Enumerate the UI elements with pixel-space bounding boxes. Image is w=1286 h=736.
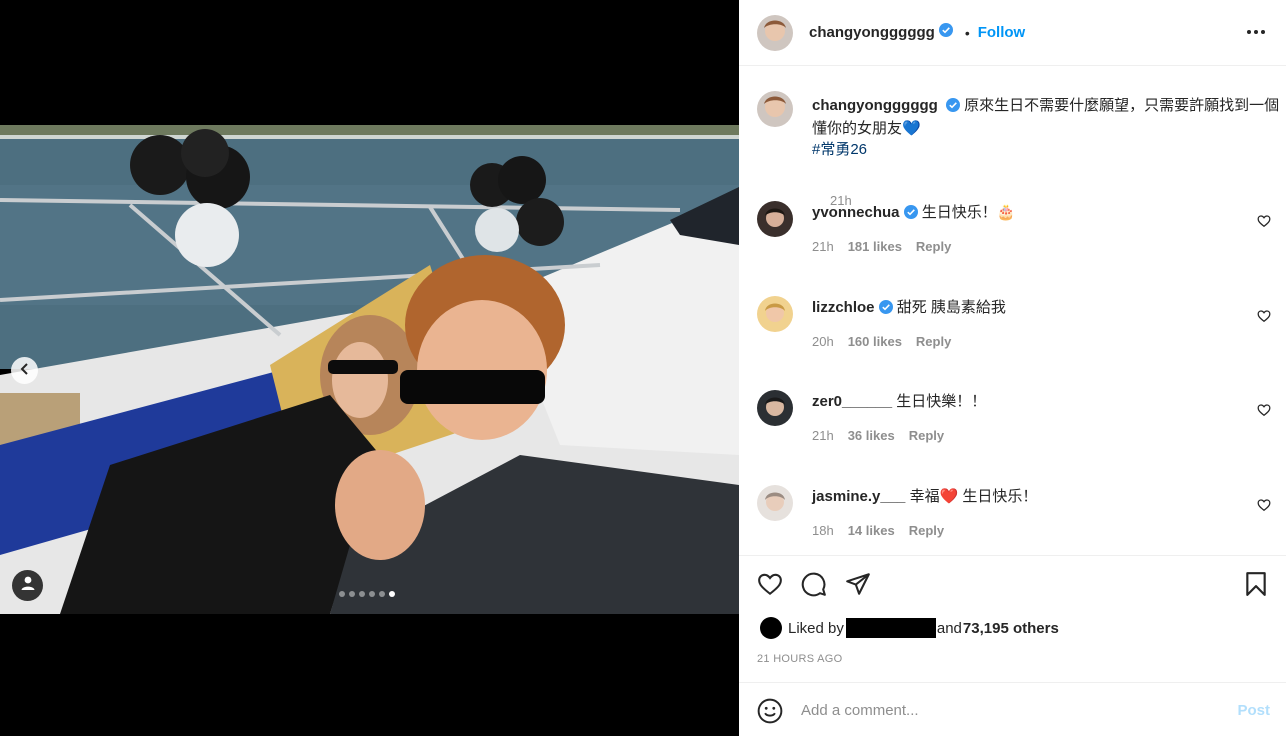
reply-button[interactable]: Reply <box>909 428 944 443</box>
verified-badge-icon <box>878 300 893 320</box>
liked-by-others[interactable]: 73,195 others <box>963 620 1059 637</box>
reply-button[interactable]: Reply <box>916 334 951 349</box>
caption-username[interactable]: changyongggggg <box>812 97 938 114</box>
heart-icon[interactable] <box>1257 309 1271 328</box>
comment-text: 生日快乐！🎂 <box>921 204 1016 221</box>
comment-composer: Post <box>739 682 1286 736</box>
comment-meta: 21h 181 likes Reply <box>812 239 965 254</box>
comment-content: lizzchloe 甜死 胰島素給我 <box>812 298 1006 320</box>
author-avatar[interactable] <box>757 91 793 127</box>
comment-icon[interactable] <box>801 571 827 602</box>
post-side-panel: changyongggggg • Follow changyongggggg 原… <box>739 0 1286 736</box>
comment-content: zer0______ 生日快樂！！ <box>812 392 986 412</box>
follow-button[interactable]: Follow <box>978 24 1026 41</box>
comment-likes[interactable]: 160 likes <box>848 334 902 349</box>
verified-badge-icon <box>903 205 918 225</box>
commenter-avatar[interactable] <box>757 485 793 521</box>
commenter-username[interactable]: lizzchloe <box>812 299 875 316</box>
commenter-avatar[interactable] <box>757 201 793 237</box>
comment-likes[interactable]: 181 likes <box>848 239 902 254</box>
comment-content: yvonnechua 生日快乐！🎂 <box>812 203 1015 225</box>
share-icon[interactable] <box>845 571 871 602</box>
comment-content: jasmine.y___ 幸福❤️ 生日快乐！ <box>812 487 1037 507</box>
liked-by-prefix: Liked by <box>788 619 844 637</box>
post-actions: Liked by and 73,195 others 21 HOURS AGO <box>739 555 1286 681</box>
carousel-indicator <box>339 591 395 597</box>
comments-list[interactable]: changyongggggg 原來生日不需要什麼願望，只需要許願找到一個懂你的女… <box>739 67 1286 555</box>
liker-avatar[interactable] <box>760 617 782 639</box>
comment-meta: 21h 36 likes Reply <box>812 428 958 443</box>
user-tag-icon <box>20 575 36 596</box>
reply-button[interactable]: Reply <box>909 523 944 538</box>
verified-badge-icon <box>946 97 960 118</box>
commenter-username[interactable]: jasmine.y___ <box>812 488 905 505</box>
caption-body: changyongggggg 原來生日不需要什麼願望，只需要許願找到一個懂你的女… <box>812 95 1282 160</box>
comment-time[interactable]: 21h <box>812 239 834 254</box>
comment-time[interactable]: 21h <box>812 428 834 443</box>
post-comment-button[interactable]: Post <box>1237 702 1270 719</box>
photo-illustration <box>0 125 739 614</box>
more-horizontal-icon[interactable] <box>1246 22 1266 47</box>
heart-icon[interactable] <box>1257 498 1271 517</box>
commenter-username[interactable]: yvonnechua <box>812 204 900 221</box>
post-media <box>0 0 739 736</box>
comment-text: 生日快樂！！ <box>896 393 987 410</box>
carousel-dot <box>339 591 345 597</box>
comment-time[interactable]: 20h <box>812 334 834 349</box>
heart-icon[interactable] <box>1257 214 1271 233</box>
comment-item: zer0______ 生日快樂！！ 21h 36 likes Reply <box>757 390 1277 460</box>
post-photo <box>0 125 739 614</box>
reply-button[interactable]: Reply <box>916 239 951 254</box>
user-tags-button[interactable] <box>12 570 43 601</box>
carousel-dot <box>369 591 375 597</box>
carousel-dot <box>379 591 385 597</box>
comment-item: jasmine.y___ 幸福❤️ 生日快乐！ 18h 14 likes Reply <box>757 485 1277 555</box>
comment-input[interactable] <box>801 697 1201 723</box>
liked-by-and: and <box>936 619 962 637</box>
commenter-avatar[interactable] <box>757 390 793 426</box>
liked-by-summary[interactable]: Liked by and 73,195 others <box>760 617 1059 639</box>
caption-hashtag[interactable]: #常勇26 <box>812 139 1282 160</box>
commenter-avatar[interactable] <box>757 296 793 332</box>
post-header: changyongggggg • Follow <box>739 0 1286 66</box>
commenter-username[interactable]: zer0______ <box>812 393 892 410</box>
verified-badge-icon <box>938 23 953 42</box>
author-avatar[interactable] <box>757 14 793 51</box>
comment-time[interactable]: 18h <box>812 523 834 538</box>
redacted-username <box>845 618 936 638</box>
bookmark-icon[interactable] <box>1244 571 1268 602</box>
comment-meta: 18h 14 likes Reply <box>812 523 958 538</box>
post-timestamp[interactable]: 21 HOURS AGO <box>757 653 843 665</box>
comment-item: yvonnechua 生日快乐！🎂 21h 181 likes Reply <box>757 201 1277 271</box>
carousel-dot <box>389 591 395 597</box>
author-username[interactable]: changyongggggg <box>809 24 935 41</box>
comment-likes[interactable]: 14 likes <box>848 523 895 538</box>
previous-slide-button[interactable] <box>11 357 38 384</box>
post-modal: changyongggggg • Follow changyongggggg 原… <box>0 0 1286 736</box>
chevron-left-icon <box>19 362 31 380</box>
comment-meta: 20h 160 likes Reply <box>812 334 965 349</box>
comment-likes[interactable]: 36 likes <box>848 428 895 443</box>
comment-text: 幸福❤️ 生日快乐！ <box>909 488 1038 505</box>
comment-text: 甜死 胰島素給我 <box>896 299 1006 316</box>
header-separator: • <box>964 24 970 41</box>
carousel-dot <box>349 591 355 597</box>
heart-icon[interactable] <box>757 571 783 602</box>
emoji-icon[interactable] <box>757 698 783 729</box>
carousel-dot <box>359 591 365 597</box>
heart-icon[interactable] <box>1257 403 1271 422</box>
comment-item: lizzchloe 甜死 胰島素給我 20h 160 likes Reply <box>757 296 1277 366</box>
